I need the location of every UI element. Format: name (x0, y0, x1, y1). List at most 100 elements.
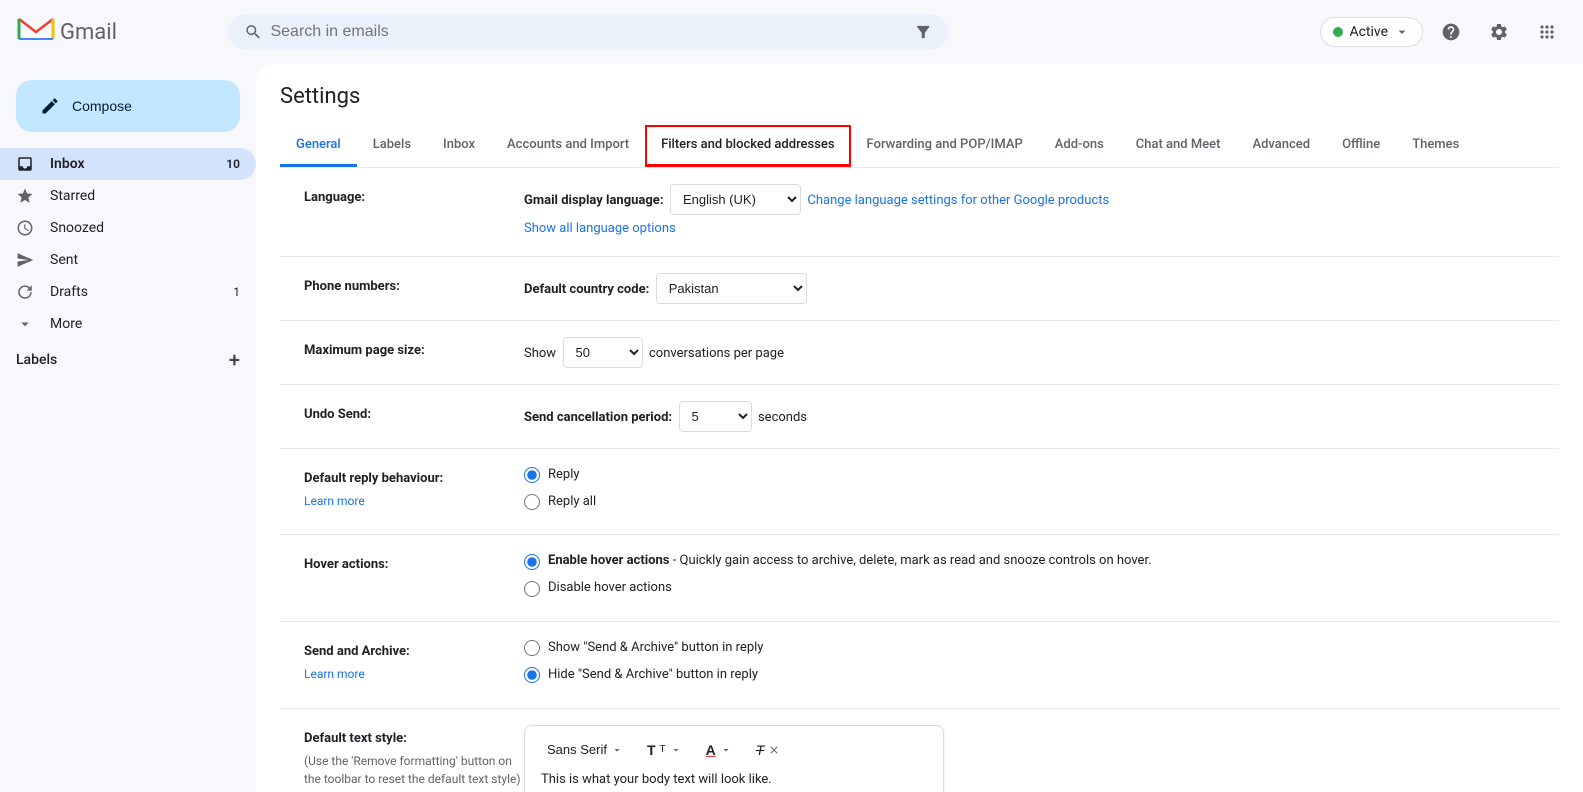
reply-label: Default reply behaviour: Learn more (304, 465, 524, 511)
send-archive-learn-more[interactable]: Learn more (304, 665, 524, 683)
tab-filters[interactable]: Filters and blocked addresses (645, 125, 850, 167)
send-icon (16, 251, 34, 269)
reply-learn-more[interactable]: Learn more (304, 492, 524, 510)
inbox-icon (16, 155, 34, 173)
tab-labels[interactable]: Labels (357, 125, 427, 167)
app-name: Gmail (60, 20, 117, 45)
sidebar-item-snoozed[interactable]: Snoozed (0, 212, 256, 244)
tab-accounts[interactable]: Accounts and Import (491, 125, 645, 167)
size-dropdown-icon (670, 744, 682, 756)
chevron-down-icon (1394, 24, 1410, 40)
enable-hover-option[interactable]: Enable hover actions - Quickly gain acce… (524, 551, 1535, 572)
disable-hover-radio[interactable] (524, 581, 540, 597)
language-label: Language: (304, 184, 524, 208)
language-select[interactable]: English (UK) English (US) Español França… (670, 184, 801, 215)
active-status[interactable]: Active (1320, 17, 1423, 47)
text-style-box: Sans Serif TT A (524, 725, 944, 792)
font-family-button[interactable]: Sans Serif (541, 738, 629, 761)
change-language-link[interactable]: Change language settings for other Googl… (807, 193, 1109, 208)
enable-hover-radio[interactable] (524, 554, 540, 570)
show-send-archive-option[interactable]: Show "Send & Archive" button in reply (524, 638, 1535, 659)
undo-send-row: Undo Send: Send cancellation period: 510… (280, 385, 1559, 449)
font-size-button[interactable]: TT (641, 738, 688, 762)
reply-row: Default reply behaviour: Learn more Repl… (280, 449, 1559, 536)
logo: Gmail (16, 14, 216, 51)
reply-option-label: Reply (548, 465, 580, 486)
seconds-label: seconds (758, 410, 807, 425)
font-color-button[interactable]: A (700, 738, 738, 762)
page-size-label: Maximum page size: (304, 337, 524, 361)
tab-addons[interactable]: Add-ons (1039, 125, 1120, 167)
show-send-archive-radio[interactable] (524, 640, 540, 656)
hover-row: Hover actions: Enable hover actions - Qu… (280, 535, 1559, 622)
labels-add-button[interactable]: + (229, 348, 240, 372)
tab-offline[interactable]: Offline (1326, 125, 1396, 167)
color-dropdown-icon (720, 744, 732, 756)
page-size-select[interactable]: 10152025 50100 (563, 337, 643, 368)
language-content: Gmail display language: English (UK) Eng… (524, 184, 1535, 240)
reply-option[interactable]: Reply (524, 465, 1535, 486)
sidebar-item-more[interactable]: More (0, 308, 256, 340)
sidebar-item-inbox[interactable]: Inbox 10 (0, 148, 256, 180)
language-field-label: Gmail display language: (524, 193, 663, 208)
draft-icon (16, 283, 34, 301)
tab-advanced[interactable]: Advanced (1236, 125, 1326, 167)
show-all-language-link[interactable]: Show all language options (524, 219, 1535, 240)
filter-icon[interactable] (914, 22, 932, 42)
sidebar-item-drafts[interactable]: Drafts 1 (0, 276, 256, 308)
tab-forwarding[interactable]: Forwarding and POP/IMAP (851, 125, 1039, 167)
show-send-archive-label: Show "Send & Archive" button in reply (548, 638, 763, 659)
phone-row: Phone numbers: Default country code: Pak… (280, 257, 1559, 321)
hide-send-archive-label: Hide "Send & Archive" button in reply (548, 665, 758, 686)
page-size-unit: conversations per page (649, 346, 784, 361)
search-bar[interactable] (228, 14, 948, 50)
reply-all-option-label: Reply all (548, 492, 596, 513)
send-archive-content: Show "Send & Archive" button in reply Hi… (524, 638, 1535, 692)
disable-hover-option[interactable]: Disable hover actions (524, 578, 1535, 599)
undo-send-select[interactable]: 5102030 (679, 401, 752, 432)
sidebar-item-starred[interactable]: Starred (0, 180, 256, 212)
remove-formatting-icon: T (756, 742, 765, 758)
disable-hover-label: Disable hover actions (548, 578, 672, 599)
reply-radio[interactable] (524, 467, 540, 483)
tab-themes[interactable]: Themes (1396, 125, 1475, 167)
search-input[interactable] (270, 23, 905, 41)
drafts-label: Drafts (50, 284, 217, 300)
sidebar: Compose Inbox 10 Starred Snoozed Sent Dr… (0, 64, 256, 792)
header: Gmail Active (0, 0, 1583, 64)
text-style-label: Default text style: (Use the 'Remove for… (304, 725, 524, 789)
active-dot (1333, 27, 1343, 37)
phone-label: Phone numbers: (304, 273, 524, 297)
reply-all-option[interactable]: Reply all (524, 492, 1535, 513)
font-dropdown-icon (611, 744, 623, 756)
hide-send-archive-radio[interactable] (524, 667, 540, 683)
hover-content: Enable hover actions - Quickly gain acce… (524, 551, 1535, 605)
remove-formatting-button[interactable]: T (750, 738, 787, 762)
hide-send-archive-option[interactable]: Hide "Send & Archive" button in reply (524, 665, 1535, 686)
apps-button[interactable] (1527, 12, 1567, 52)
tab-chat[interactable]: Chat and Meet (1120, 125, 1237, 167)
snoozed-label: Snoozed (50, 220, 240, 236)
help-button[interactable] (1431, 12, 1471, 52)
tab-inbox[interactable]: Inbox (427, 125, 491, 167)
send-archive-label: Send and Archive: Learn more (304, 638, 524, 684)
text-style-content: Sans Serif TT A (524, 725, 1535, 792)
country-code-select[interactable]: Pakistan United Kingdom United States (656, 273, 807, 304)
reply-all-radio[interactable] (524, 494, 540, 510)
settings-button[interactable] (1479, 12, 1519, 52)
main-layout: Compose Inbox 10 Starred Snoozed Sent Dr… (0, 64, 1583, 792)
format-x-icon (768, 744, 780, 756)
text-style-row: Default text style: (Use the 'Remove for… (280, 709, 1559, 792)
undo-send-label: Undo Send: (304, 401, 524, 425)
phone-field-label: Default country code: (524, 282, 649, 297)
enable-hover-label: Enable hover actions - Quickly gain acce… (548, 551, 1152, 572)
settings-title: Settings (280, 84, 1559, 109)
language-row: Language: Gmail display language: Englis… (280, 168, 1559, 257)
settings-container: Settings General Labels Inbox Accounts a… (256, 64, 1583, 792)
compose-button[interactable]: Compose (16, 80, 240, 132)
sidebar-item-sent[interactable]: Sent (0, 244, 256, 276)
clock-icon (16, 219, 34, 237)
tab-general[interactable]: General (280, 125, 357, 167)
font-color-icon: A (706, 742, 716, 758)
more-label: More (50, 316, 240, 332)
